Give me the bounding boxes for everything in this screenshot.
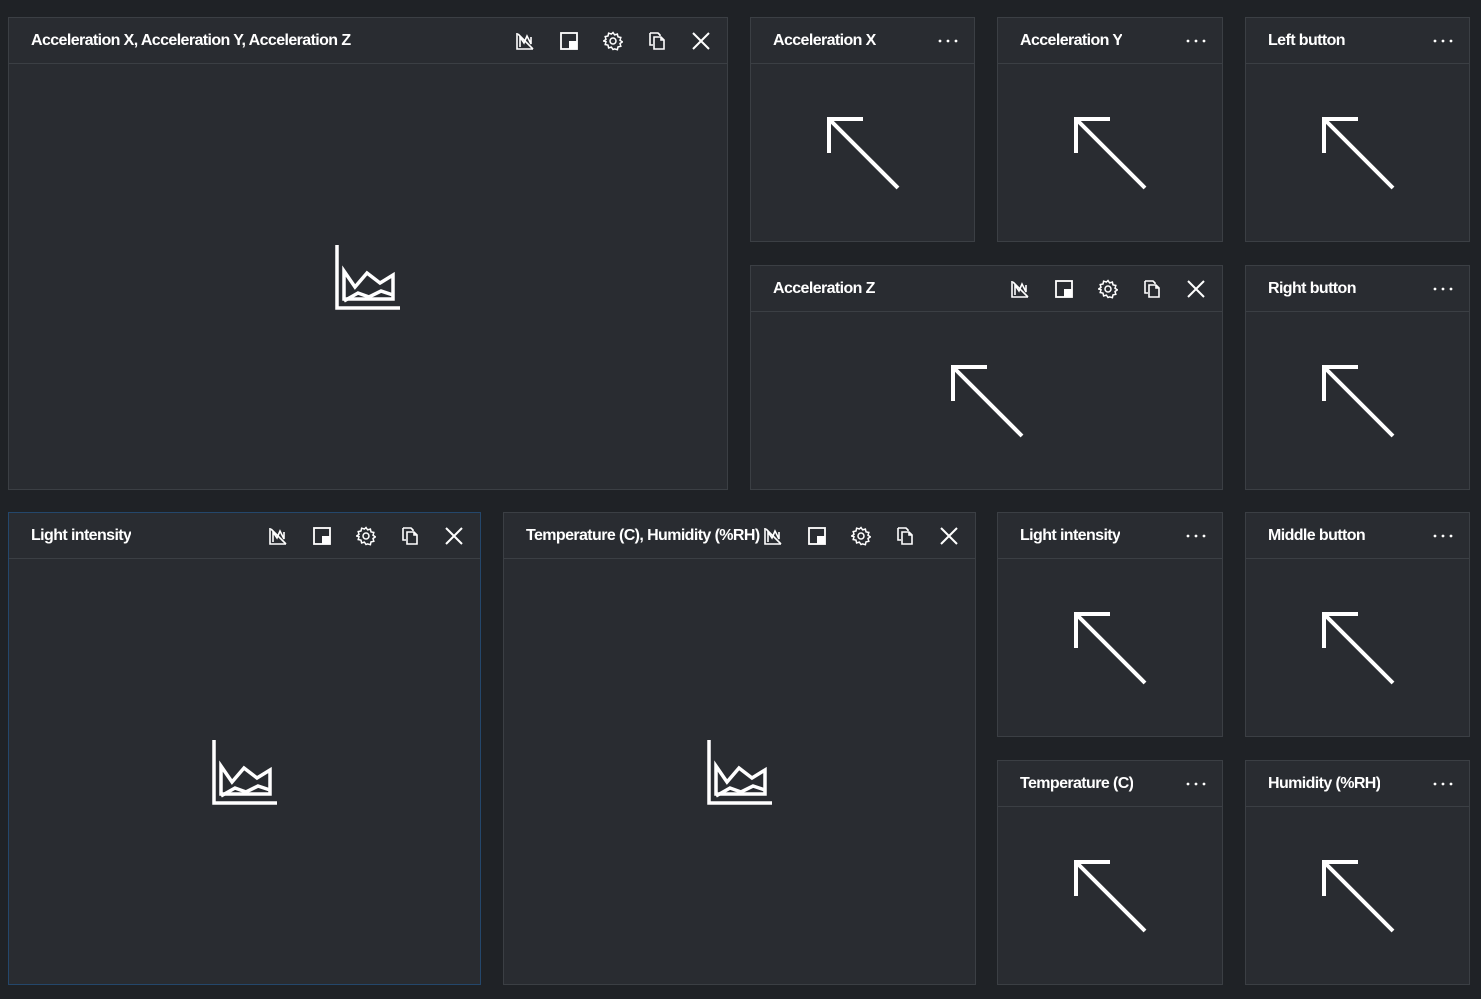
tile-right-button[interactable]: Right button	[1245, 265, 1470, 490]
more-options-button[interactable]	[936, 18, 960, 63]
tile-title: Right button	[1268, 279, 1356, 297]
arrow-up-left-icon	[1320, 363, 1396, 439]
arrow-up-left-icon	[1320, 858, 1396, 934]
tile-temperature-humidity-chart[interactable]: Temperature (C), Humidity (%RH)	[503, 512, 976, 985]
tile-toolbar	[751, 513, 971, 558]
copy-icon[interactable]	[883, 514, 927, 558]
tile-title: Light intensity	[1020, 526, 1121, 544]
tile-title: Acceleration X, Acceleration Y, Accelera…	[31, 31, 351, 49]
area-chart-icon	[211, 738, 279, 806]
tile-title: Humidity (%RH)	[1268, 774, 1381, 792]
tile-title: Acceleration X	[773, 31, 876, 49]
pin-icon[interactable]	[547, 19, 591, 63]
more-options-button[interactable]	[1431, 18, 1455, 63]
tile-left-button[interactable]: Left button	[1245, 17, 1470, 242]
tile-body	[1246, 807, 1469, 984]
tile-title: Temperature (C)	[1020, 774, 1134, 792]
tile-body	[998, 64, 1222, 241]
tile-body	[998, 559, 1222, 736]
copy-icon[interactable]	[635, 19, 679, 63]
tile-body	[9, 559, 480, 984]
pin-icon[interactable]	[300, 514, 344, 558]
arrow-up-left-icon	[1072, 858, 1148, 934]
arrow-up-left-icon	[825, 115, 901, 191]
gear-icon[interactable]	[591, 19, 635, 63]
arrow-up-left-icon	[1320, 610, 1396, 686]
chart-type-icon[interactable]	[998, 267, 1042, 311]
more-options-button[interactable]	[1184, 18, 1208, 63]
arrow-up-left-icon	[1320, 115, 1396, 191]
tile-title: Temperature (C), Humidity (%RH)	[526, 526, 760, 544]
tile-body	[1246, 559, 1469, 736]
tile-humidity[interactable]: Humidity (%RH)	[1245, 760, 1470, 985]
tile-light-intensity[interactable]: Light intensity	[997, 512, 1223, 737]
tile-acceleration-y[interactable]: Acceleration Y	[997, 17, 1223, 242]
more-options-button[interactable]	[1431, 513, 1455, 558]
gear-icon[interactable]	[344, 514, 388, 558]
gear-icon[interactable]	[839, 514, 883, 558]
area-chart-icon	[334, 243, 402, 311]
tile-title: Acceleration Y	[1020, 31, 1123, 49]
more-options-button[interactable]	[1431, 266, 1455, 311]
arrow-up-left-icon	[1072, 610, 1148, 686]
tile-body	[1246, 64, 1469, 241]
tile-toolbar	[998, 266, 1218, 311]
chart-type-icon[interactable]	[751, 514, 795, 558]
tile-title: Left button	[1268, 31, 1345, 49]
close-icon[interactable]	[927, 514, 971, 558]
tile-body	[504, 559, 975, 984]
tile-body	[751, 64, 974, 241]
tile-acceleration-z[interactable]: Acceleration Z	[750, 265, 1223, 490]
tile-acceleration-x[interactable]: Acceleration X	[750, 17, 975, 242]
tile-temperature[interactable]: Temperature (C)	[997, 760, 1223, 985]
chart-type-icon[interactable]	[503, 19, 547, 63]
pin-icon[interactable]	[1042, 267, 1086, 311]
tile-body	[9, 64, 727, 489]
tile-toolbar	[503, 18, 723, 63]
tile-body	[998, 807, 1222, 984]
copy-icon[interactable]	[1130, 267, 1174, 311]
more-options-button[interactable]	[1184, 513, 1208, 558]
arrow-up-left-icon	[949, 363, 1025, 439]
tile-toolbar	[256, 513, 476, 558]
tile-middle-button[interactable]: Middle button	[1245, 512, 1470, 737]
area-chart-icon	[706, 738, 774, 806]
tile-title: Acceleration Z	[773, 279, 875, 297]
gear-icon[interactable]	[1086, 267, 1130, 311]
close-icon[interactable]	[1174, 267, 1218, 311]
more-options-button[interactable]	[1431, 761, 1455, 806]
copy-icon[interactable]	[388, 514, 432, 558]
tile-body	[751, 312, 1222, 489]
tile-title: Light intensity	[31, 526, 132, 544]
tile-title: Middle button	[1268, 526, 1366, 544]
chart-type-icon[interactable]	[256, 514, 300, 558]
arrow-up-left-icon	[1072, 115, 1148, 191]
tile-body	[1246, 312, 1469, 489]
pin-icon[interactable]	[795, 514, 839, 558]
tile-acceleration-xyz[interactable]: Acceleration X, Acceleration Y, Accelera…	[8, 17, 728, 490]
close-icon[interactable]	[679, 19, 723, 63]
more-options-button[interactable]	[1184, 761, 1208, 806]
close-icon[interactable]	[432, 514, 476, 558]
tile-light-intensity-chart[interactable]: Light intensity	[8, 512, 481, 985]
